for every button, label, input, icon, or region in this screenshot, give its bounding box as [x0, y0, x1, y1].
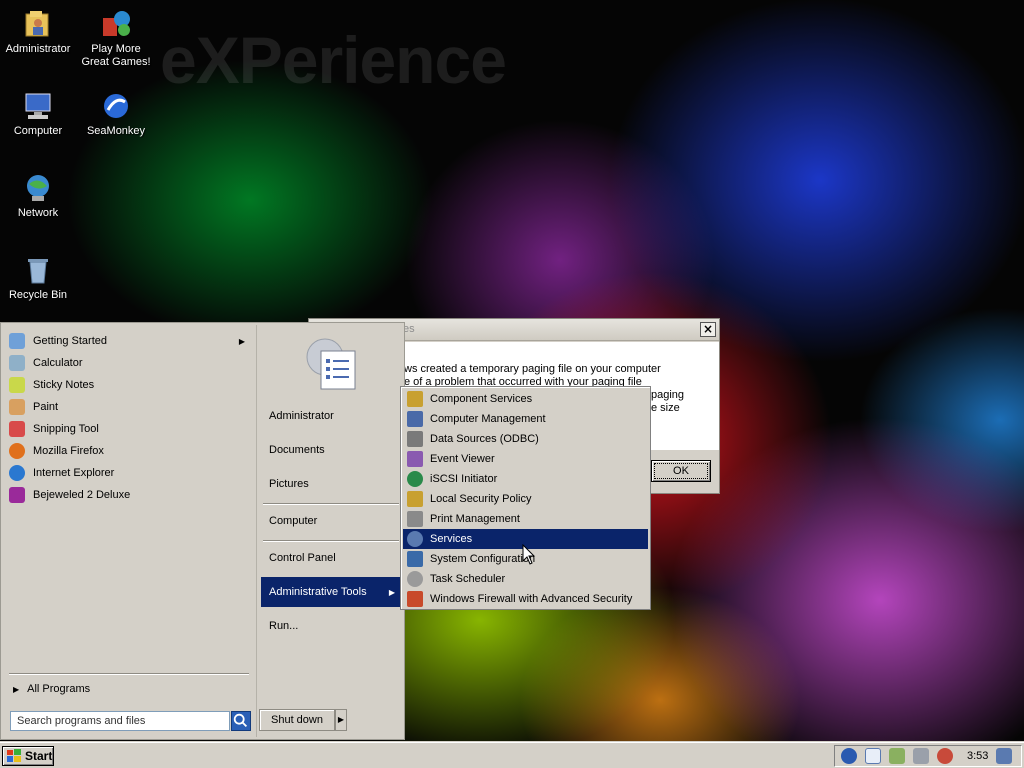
place-administrative-tools[interactable]: Administrative Tools ▶	[261, 577, 401, 607]
network-icon	[22, 172, 54, 204]
seamonkey-icon	[100, 90, 132, 122]
place-run[interactable]: Run...	[261, 611, 401, 641]
start-menu-places-pane: Administrator Documents Pictures Compute…	[256, 325, 402, 737]
shutdown-button[interactable]: Shut down	[259, 709, 335, 731]
shutdown-options-button[interactable]: ▶	[335, 709, 347, 731]
submenu-arrow-icon: ▶	[388, 587, 395, 597]
program-getting-started[interactable]: Getting Started ▶	[9, 330, 249, 352]
search-button[interactable]	[231, 711, 251, 731]
program-sticky-notes[interactable]: Sticky Notes	[9, 374, 249, 396]
internet-explorer-icon	[9, 465, 25, 481]
program-snipping-tool[interactable]: Snipping Tool	[9, 418, 249, 440]
submenu-item-data-sources[interactable]: Data Sources (ODBC)	[403, 429, 648, 449]
seamonkey-tray-icon[interactable]	[841, 748, 857, 764]
show-desktop-icon[interactable]	[996, 748, 1013, 764]
system-config-icon	[407, 551, 423, 567]
dialog-close-button[interactable]: ×	[700, 322, 716, 337]
submenu-arrow-icon: ▶	[238, 336, 245, 346]
paint-icon	[9, 399, 25, 415]
odbc-icon	[407, 431, 423, 447]
program-bejeweled[interactable]: Bejeweled 2 Deluxe	[9, 484, 249, 506]
clock[interactable]: 3:53	[967, 750, 988, 762]
wallpaper-watermark: eXPerience	[160, 23, 507, 97]
system-tray: 3:53	[834, 745, 1022, 767]
ok-button[interactable]: OK	[651, 460, 711, 482]
submenu-item-task-scheduler[interactable]: Task Scheduler	[403, 569, 648, 589]
place-pictures[interactable]: Pictures	[261, 469, 401, 499]
dialog-message-right: paging e size	[651, 389, 685, 414]
program-internet-explorer[interactable]: Internet Explorer	[9, 462, 249, 484]
document-tray-icon[interactable]	[865, 748, 881, 764]
all-programs-arrow-icon: ▶	[13, 684, 20, 694]
getting-started-icon	[9, 333, 25, 349]
submenu-item-computer-management[interactable]: Computer Management	[403, 409, 648, 429]
submenu-item-component-services[interactable]: Component Services	[403, 389, 648, 409]
start-menu: Getting Started ▶ Calculator Sticky Note…	[0, 322, 405, 740]
program-calculator[interactable]: Calculator	[9, 352, 249, 374]
taskbar: Start 3:53	[0, 742, 1024, 768]
desktop-icon-label: Play More Great Games!	[81, 43, 151, 68]
print-management-icon	[407, 511, 423, 527]
start-button[interactable]: Start	[2, 746, 54, 766]
recycle-bin-icon	[22, 254, 54, 286]
submenu-item-windows-firewall[interactable]: Windows Firewall with Advanced Security	[403, 589, 648, 609]
desktop-icon-label: SeaMonkey	[86, 125, 146, 137]
desktop-icon-label: Administrator	[5, 43, 71, 55]
menu-separator	[263, 540, 399, 541]
desktop-icon-label: Recycle Bin	[8, 289, 68, 301]
desktop-icon-computer[interactable]: Computer	[0, 90, 76, 138]
search-input[interactable]: Search programs and files	[10, 711, 230, 731]
all-programs-button[interactable]: ▶ All Programs	[13, 683, 90, 695]
place-computer[interactable]: Computer	[261, 506, 401, 536]
submenu-item-iscsi-initiator[interactable]: iSCSI Initiator	[403, 469, 648, 489]
desktop-icon-recycle-bin[interactable]: Recycle Bin	[0, 254, 76, 302]
place-documents[interactable]: Documents	[261, 435, 401, 465]
computer-management-icon	[407, 411, 423, 427]
security-policy-icon	[407, 491, 423, 507]
computer-icon	[22, 90, 54, 122]
task-scheduler-icon	[407, 571, 423, 587]
bejeweled-icon	[9, 487, 25, 503]
place-control-panel[interactable]: Control Panel	[261, 543, 401, 573]
folder-user-icon	[22, 8, 54, 40]
place-administrator[interactable]: Administrator	[261, 401, 401, 431]
desktop-icon-network[interactable]: Network	[0, 172, 76, 220]
firefox-icon	[9, 443, 25, 459]
component-services-icon	[407, 391, 423, 407]
games-icon	[100, 8, 132, 40]
submenu-item-print-management[interactable]: Print Management	[403, 509, 648, 529]
volume-muted-icon[interactable]	[937, 748, 953, 764]
sticky-notes-icon	[9, 377, 25, 393]
submenu-item-local-security-policy[interactable]: Local Security Policy	[403, 489, 648, 509]
firewall-icon	[407, 591, 423, 607]
submenu-item-event-viewer[interactable]: Event Viewer	[403, 449, 648, 469]
menu-separator	[9, 673, 249, 674]
desktop-icon-label: Network	[17, 207, 59, 219]
monitor-tray-icon[interactable]	[913, 748, 929, 764]
snipping-tool-icon	[9, 421, 25, 437]
desktop-icon-label: Computer	[13, 125, 63, 137]
iscsi-icon	[407, 471, 423, 487]
start-menu-programs-pane: Getting Started ▶ Calculator Sticky Note…	[3, 325, 255, 737]
search-icon	[233, 713, 248, 728]
services-gear-icon	[407, 531, 423, 547]
program-paint[interactable]: Paint	[9, 396, 249, 418]
administrative-tools-submenu: Component Services Computer Management D…	[400, 386, 651, 610]
event-viewer-icon	[407, 451, 423, 467]
desktop-icon-seamonkey[interactable]: SeaMonkey	[78, 90, 154, 138]
desktop-icon-administrator[interactable]: Administrator	[0, 8, 76, 56]
network-tray-icon[interactable]	[889, 748, 905, 764]
program-firefox[interactable]: Mozilla Firefox	[9, 440, 249, 462]
admin-tools-badge-icon	[301, 331, 361, 393]
desktop-icon-games[interactable]: Play More Great Games!	[78, 8, 154, 69]
calculator-icon	[9, 355, 25, 371]
menu-separator	[263, 503, 399, 504]
windows-logo-icon	[7, 749, 21, 762]
mouse-cursor-icon	[522, 543, 536, 566]
